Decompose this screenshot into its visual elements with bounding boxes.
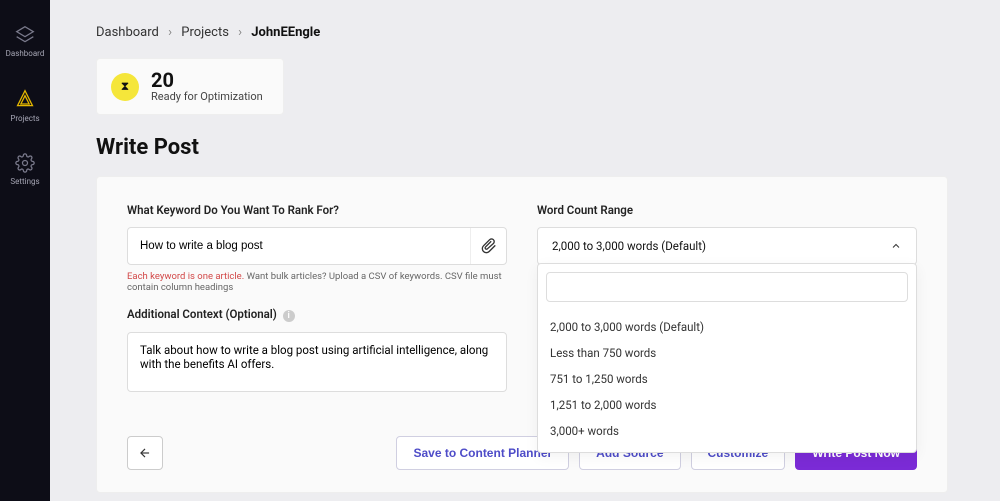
wordcount-search-input[interactable] bbox=[546, 272, 908, 302]
keyword-column: What Keyword Do You Want To Rank For? Ea… bbox=[127, 203, 507, 396]
breadcrumb-current: JohnEEngle bbox=[251, 25, 320, 40]
breadcrumb: Dashboard › Projects › JohnEEngle bbox=[96, 25, 948, 40]
wordcount-label: Word Count Range bbox=[537, 203, 917, 217]
left-sidebar: Dashboard Projects Settings bbox=[0, 0, 50, 501]
context-label: Additional Context (Optional) i bbox=[127, 307, 507, 322]
keyword-input[interactable] bbox=[128, 240, 470, 252]
chevron-up-icon bbox=[890, 240, 902, 252]
ready-sub: Ready for Optimization bbox=[151, 90, 263, 103]
sidebar-label: Dashboard bbox=[6, 49, 45, 58]
attach-button[interactable] bbox=[470, 228, 506, 264]
sidebar-label: Settings bbox=[10, 177, 39, 186]
sidebar-item-dashboard[interactable]: Dashboard bbox=[6, 25, 45, 58]
write-post-card: What Keyword Do You Want To Rank For? Ea… bbox=[96, 176, 948, 493]
chevron-right-icon: › bbox=[238, 25, 242, 40]
chevron-right-icon: › bbox=[168, 25, 172, 40]
keyword-label: What Keyword Do You Want To Rank For? bbox=[127, 203, 507, 217]
page-title: Write Post bbox=[96, 135, 948, 160]
hourglass-icon: ⧗ bbox=[111, 73, 139, 101]
wordcount-selected: 2,000 to 3,000 words (Default) bbox=[552, 239, 706, 253]
wordcount-dropdown-panel: 2,000 to 3,000 words (Default) Less than… bbox=[537, 263, 917, 453]
keyword-input-wrap bbox=[127, 227, 507, 265]
context-textarea[interactable]: Talk about how to write a blog post usin… bbox=[127, 332, 507, 392]
wordcount-select[interactable]: 2,000 to 3,000 words (Default) bbox=[537, 227, 917, 265]
wordcount-option[interactable]: 3,000+ words bbox=[546, 418, 908, 444]
sidebar-item-settings[interactable]: Settings bbox=[10, 153, 39, 186]
keyword-helper: Each keyword is one article. Want bulk a… bbox=[127, 271, 507, 293]
breadcrumb-link[interactable]: Dashboard bbox=[96, 25, 159, 40]
wordcount-option[interactable]: 2,000 to 3,000 words (Default) bbox=[546, 314, 908, 340]
layers-icon bbox=[15, 25, 35, 45]
arrow-left-icon bbox=[136, 446, 154, 460]
helper-warn: Each keyword is one article. bbox=[127, 271, 244, 282]
sidebar-item-projects[interactable]: Projects bbox=[10, 88, 39, 123]
info-icon[interactable]: i bbox=[283, 310, 295, 322]
back-button[interactable] bbox=[127, 436, 163, 470]
sidebar-label: Projects bbox=[10, 114, 39, 123]
wordcount-option[interactable]: Less than 750 words bbox=[546, 340, 908, 366]
ready-count: 20 bbox=[151, 70, 263, 90]
projects-icon bbox=[15, 88, 35, 110]
main-area: Dashboard › Projects › JohnEEngle ⧗ 20 R… bbox=[50, 0, 1000, 501]
wordcount-option[interactable]: 1,251 to 2,000 words bbox=[546, 392, 908, 418]
ready-card[interactable]: ⧗ 20 Ready for Optimization bbox=[96, 58, 284, 115]
breadcrumb-link[interactable]: Projects bbox=[181, 25, 229, 40]
gear-icon bbox=[15, 153, 35, 173]
wordcount-option[interactable]: 751 to 1,250 words bbox=[546, 366, 908, 392]
wordcount-column: Word Count Range 2,000 to 3,000 words (D… bbox=[537, 203, 917, 396]
paperclip-icon bbox=[481, 238, 497, 254]
